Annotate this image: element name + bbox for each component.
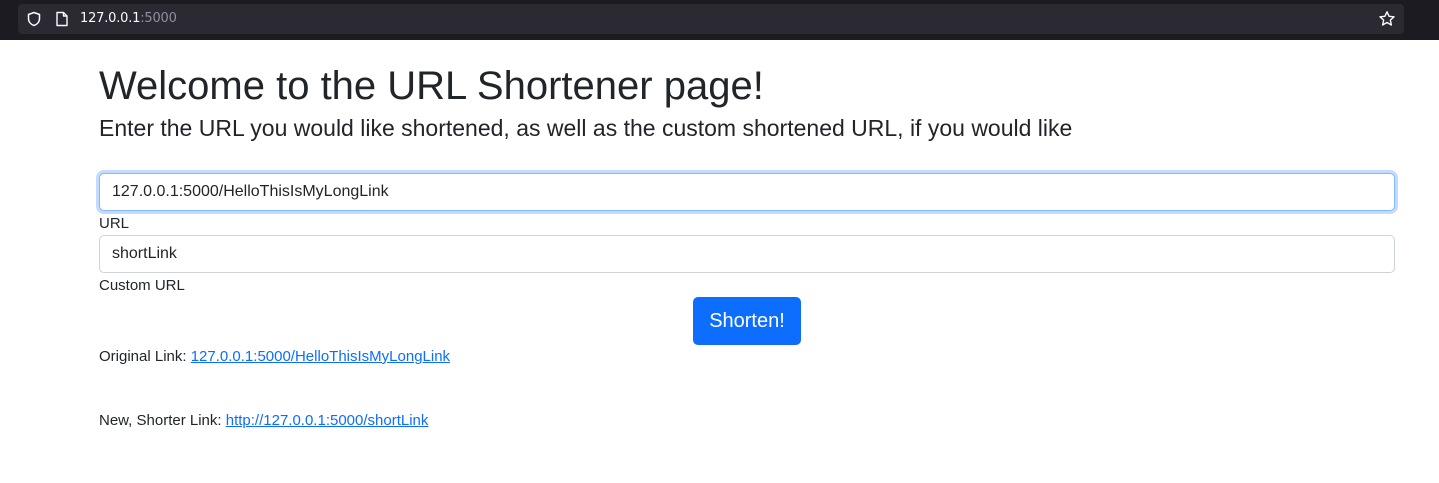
shorten-button[interactable]: Shorten! [693, 297, 801, 345]
address-bar-text[interactable]: 127.0.0.1:5000 [80, 11, 177, 27]
shorter-link-row: New, Shorter Link: http://127.0.0.1:5000… [99, 412, 428, 430]
url-input[interactable] [99, 173, 1395, 211]
url-port: :5000 [140, 11, 177, 26]
page-icon [56, 11, 68, 27]
custom-url-input[interactable] [99, 235, 1395, 273]
address-bar[interactable]: 127.0.0.1:5000 [18, 4, 1404, 34]
url-label: URL [99, 215, 130, 232]
star-icon[interactable] [1378, 10, 1396, 28]
browser-toolbar: 127.0.0.1:5000 [0, 0, 1439, 40]
original-link-label: Original Link: [99, 348, 187, 365]
shorter-link[interactable]: http://127.0.0.1:5000/shortLink [226, 412, 429, 429]
shorter-link-label: New, Shorter Link: [99, 412, 222, 429]
url-host: 127.0.0.1 [80, 11, 141, 26]
shield-icon[interactable] [26, 11, 42, 27]
page-title: Welcome to the URL Shortener page! [99, 64, 764, 108]
original-link[interactable]: 127.0.0.1:5000/HelloThisIsMyLongLink [191, 348, 450, 365]
page-subtitle: Enter the URL you would like shortened, … [99, 115, 1073, 141]
custom-url-label: Custom URL [99, 277, 185, 294]
original-link-row: Original Link: 127.0.0.1:5000/HelloThisI… [99, 348, 450, 366]
